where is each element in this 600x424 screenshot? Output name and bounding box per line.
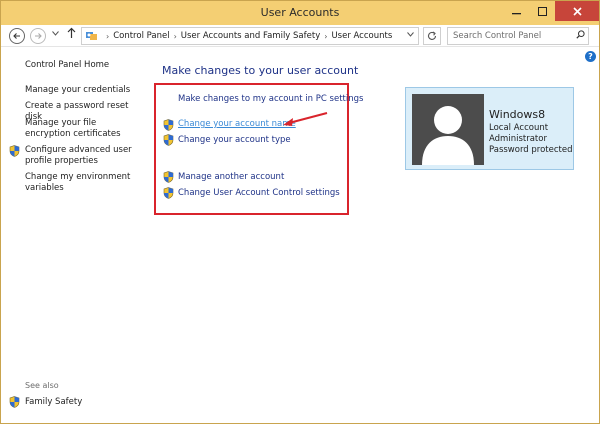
user-silhouette-icon <box>422 106 474 165</box>
family-safety-shield-icon <box>9 396 20 408</box>
chevron-down-icon <box>407 32 414 37</box>
sidebar-file-encryption-certificates[interactable]: Manage your file encryption certificates <box>25 118 143 140</box>
maximize-icon <box>537 6 547 16</box>
account-password-status: Password protected <box>489 145 573 155</box>
up-arrow-icon <box>67 27 76 38</box>
search-icon[interactable] <box>576 30 585 39</box>
breadcrumb-control-panel[interactable]: Control Panel <box>113 31 169 41</box>
account-card: Windows8 Local Account Administrator Pas… <box>405 87 574 170</box>
breadcrumb-separator-icon: › <box>173 31 177 41</box>
recent-locations-dropdown[interactable] <box>52 30 59 38</box>
breadcrumb-user-accounts[interactable]: User Accounts <box>331 31 392 41</box>
up-button[interactable] <box>67 27 76 42</box>
page-title: Make changes to your user account <box>162 64 359 77</box>
minimize-button[interactable] <box>503 1 529 21</box>
search-input[interactable]: Search Control Panel <box>447 27 589 45</box>
forward-button[interactable] <box>30 28 46 44</box>
see-also-label: See also <box>25 381 59 390</box>
minimize-icon <box>511 12 521 14</box>
account-role: Administrator <box>489 134 547 144</box>
breadcrumb-separator-icon: › <box>324 31 328 41</box>
control-panel-icon <box>86 31 98 41</box>
manage-another-account-link[interactable]: Manage another account <box>178 172 284 182</box>
maximize-button[interactable] <box>529 1 555 21</box>
uac-shield-icon <box>163 187 174 199</box>
help-icon[interactable]: ? <box>585 51 596 62</box>
breadcrumb-separator-icon: › <box>106 31 110 41</box>
uac-settings-link[interactable]: Change User Account Control settings <box>178 188 340 198</box>
sidebar-control-panel-home[interactable]: Control Panel Home <box>25 60 109 71</box>
sidebar-environment-variables[interactable]: Change my environment variables <box>25 172 143 194</box>
close-icon <box>572 6 582 16</box>
account-type: Local Account <box>489 123 549 133</box>
address-bar: › Control Panel › User Accounts and Fami… <box>1 25 599 47</box>
back-button[interactable] <box>9 28 25 44</box>
avatar <box>412 94 484 165</box>
breadcrumb-user-accounts-family-safety[interactable]: User Accounts and Family Safety <box>181 31 320 41</box>
uac-shield-icon <box>163 171 174 183</box>
uac-shield-icon <box>163 134 174 146</box>
sidebar: Control Panel Home Manage your credentia… <box>1 47 151 423</box>
address-field[interactable]: › Control Panel › User Accounts and Fami… <box>81 27 419 45</box>
change-account-type-link[interactable]: Change your account type <box>178 135 291 145</box>
refresh-icon <box>428 31 437 40</box>
user-accounts-window: User Accounts › Control Panel › User Acc… <box>0 0 600 424</box>
change-account-name-link[interactable]: Change your account name <box>178 119 296 129</box>
sidebar-manage-credentials[interactable]: Manage your credentials <box>25 85 145 96</box>
title-bar: User Accounts <box>1 1 599 25</box>
annotation-arrow-icon <box>283 112 328 126</box>
address-history-dropdown[interactable] <box>407 31 414 39</box>
uac-shield-icon <box>163 119 174 131</box>
uac-shield-icon <box>9 145 20 157</box>
close-button[interactable] <box>555 1 599 21</box>
pc-settings-link[interactable]: Make changes to my account in PC setting… <box>178 94 363 104</box>
forward-arrow-icon <box>35 33 42 39</box>
search-placeholder: Search Control Panel <box>453 31 542 41</box>
family-safety-link[interactable]: Family Safety <box>25 397 82 407</box>
sidebar-advanced-user-profile[interactable]: Configure advanced user profile properti… <box>25 145 143 167</box>
refresh-button[interactable] <box>423 27 441 45</box>
chevron-down-icon <box>52 31 59 36</box>
back-arrow-icon <box>13 33 20 39</box>
account-name: Windows8 <box>489 108 546 121</box>
